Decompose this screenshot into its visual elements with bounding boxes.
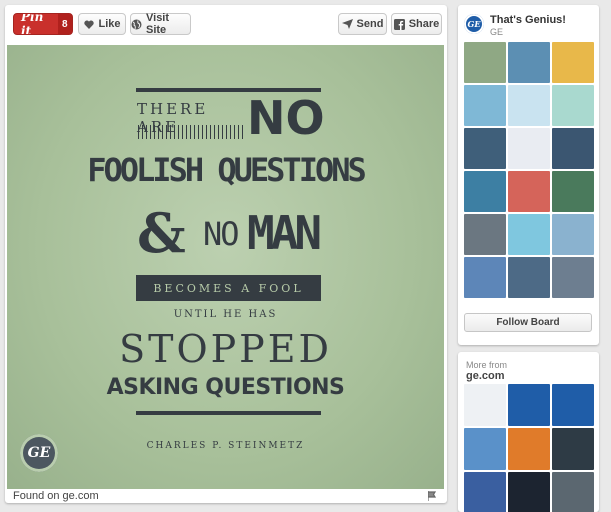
- thumbnail[interactable]: [552, 85, 594, 126]
- thumbnail[interactable]: [508, 42, 550, 83]
- share-button[interactable]: Share: [391, 13, 442, 35]
- visit-site-label: Visit Site: [146, 12, 170, 36]
- thumbnail[interactable]: [464, 384, 506, 426]
- thumbnail[interactable]: [464, 257, 506, 298]
- thumbnail[interactable]: [508, 85, 550, 126]
- thumbnail[interactable]: [464, 85, 506, 126]
- thumbnail[interactable]: [552, 171, 594, 212]
- like-label: Like: [98, 18, 121, 30]
- quote-line-4: BECOMES A FOOL: [136, 275, 321, 301]
- quote-author: CHARLES P. STEINMETZ: [146, 441, 305, 451]
- follow-board-button[interactable]: Follow Board: [464, 313, 592, 332]
- visit-site-button[interactable]: Visit Site: [130, 12, 191, 36]
- thumbnail[interactable]: [508, 214, 550, 255]
- pinit-button[interactable]: Pin it 8: [13, 13, 73, 35]
- thumbnail[interactable]: [552, 257, 594, 298]
- more-from-site[interactable]: ge.com: [466, 370, 505, 382]
- quote-line-3-man: MAN: [247, 206, 322, 260]
- quote-line-7: ASKING QUESTIONS: [106, 375, 345, 400]
- thumbnail[interactable]: [508, 384, 550, 426]
- thumbnail[interactable]: [508, 128, 550, 169]
- rule-bottom: [136, 411, 321, 415]
- thumbnail[interactable]: [552, 428, 594, 470]
- pin-card: Pin it 8 Like Visit Site Send Share THER…: [5, 5, 447, 503]
- quote-line-3-no: NO: [203, 215, 240, 253]
- board-owner[interactable]: GE: [490, 27, 503, 37]
- quote-line-1-big: NO: [247, 91, 325, 145]
- thumbnail[interactable]: [552, 128, 594, 169]
- thumbnail[interactable]: [552, 42, 594, 83]
- quote-line-5: UNTIL HE HAS: [173, 309, 278, 320]
- thumbnail[interactable]: [508, 428, 550, 470]
- thumbnail[interactable]: [508, 257, 550, 298]
- thumbnail[interactable]: [552, 214, 594, 255]
- thumbnail[interactable]: [508, 472, 550, 512]
- thumbnail[interactable]: [464, 128, 506, 169]
- board-title[interactable]: That's Genius!: [490, 14, 566, 26]
- pin-footer: Found on ge.com: [5, 489, 447, 503]
- send-button[interactable]: Send: [338, 13, 387, 35]
- pinit-label: Pin it: [21, 13, 44, 35]
- more-from-label: More from: [466, 360, 508, 370]
- facebook-icon: [393, 18, 405, 30]
- send-label: Send: [356, 18, 384, 30]
- quote-ampersand: &: [137, 201, 186, 265]
- pinit-count: 8: [57, 14, 72, 34]
- thumbnail[interactable]: [552, 472, 594, 512]
- hatch-decoration: [138, 125, 244, 139]
- globe-icon: [131, 19, 142, 30]
- share-label: Share: [408, 18, 440, 30]
- thumbnail[interactable]: [508, 171, 550, 212]
- thumbnail[interactable]: [464, 42, 506, 83]
- pin-image[interactable]: THERE ARE NO FOOLISH QUESTIONS & NO MAN …: [7, 45, 444, 489]
- board-card: GE That's Genius! GE Follow Board: [458, 5, 599, 345]
- thumbnail[interactable]: [464, 472, 506, 512]
- pin-toolbar: Pin it 8 Like Visit Site Send Share: [5, 5, 447, 45]
- thumbnail[interactable]: [464, 428, 506, 470]
- board-avatar[interactable]: GE: [464, 14, 484, 34]
- like-button[interactable]: Like: [78, 13, 126, 35]
- thumbnail[interactable]: [464, 171, 506, 212]
- paper-plane-icon: [341, 19, 353, 30]
- flag-icon[interactable]: [427, 491, 437, 503]
- heart-icon: [83, 19, 94, 30]
- thumbnail[interactable]: [552, 384, 594, 426]
- thumbnail[interactable]: [464, 214, 506, 255]
- quote-line-6: STOPPED: [119, 327, 332, 371]
- quote-line-2: FOOLISH QUESTIONS: [87, 151, 367, 189]
- ge-logo: GE: [20, 434, 58, 472]
- more-from-card: More from ge.com: [458, 352, 599, 512]
- found-on-link[interactable]: Found on ge.com: [13, 490, 99, 502]
